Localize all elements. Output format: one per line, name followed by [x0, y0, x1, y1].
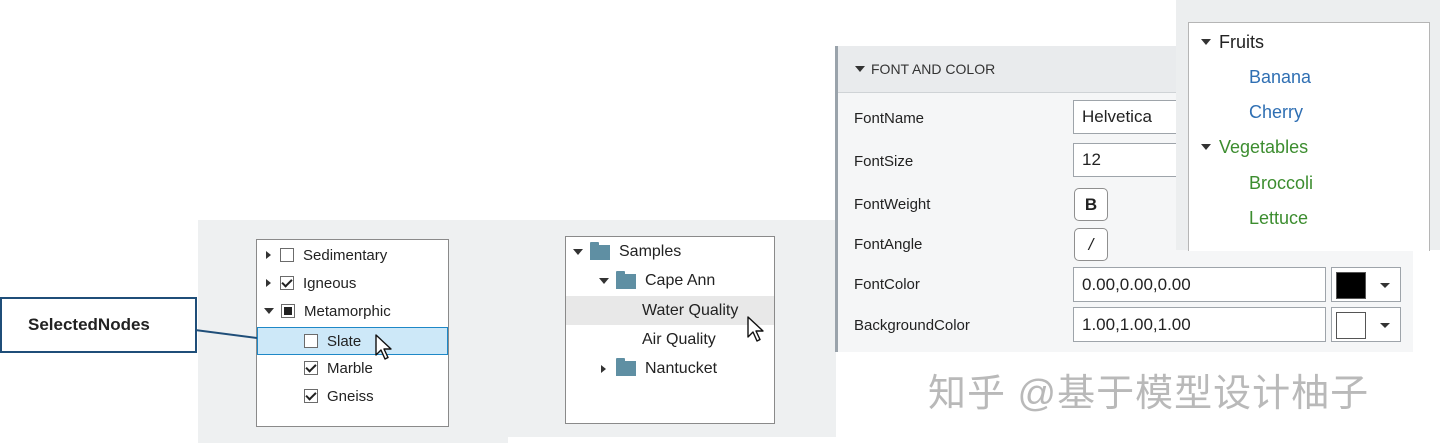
folder-tree: Samples Cape Ann Water Quality Air Quali… — [565, 236, 775, 424]
field-value: 0.00,0.00,0.00 — [1082, 274, 1191, 294]
tree-node-air-quality[interactable]: Air Quality — [566, 325, 774, 354]
tree-node-sedimentary[interactable]: Sedimentary — [257, 242, 448, 268]
italic-icon: / — [1088, 234, 1094, 254]
watermark: 知乎 @基于模型设计柚子 — [928, 373, 1370, 415]
field-value: Helvetica — [1082, 107, 1152, 126]
fontsize-field[interactable]: 12 — [1073, 143, 1193, 177]
tree-node-gneiss[interactable]: Gneiss — [257, 383, 448, 409]
folder-icon — [616, 358, 636, 376]
chevron-down-icon — [1380, 323, 1390, 328]
node-label: Vegetables — [1219, 136, 1309, 157]
chevron-down-icon — [1380, 283, 1390, 288]
italic-toggle-button[interactable]: / — [1074, 228, 1108, 261]
node-label: Lettuce — [1249, 207, 1309, 228]
tree-node-samples[interactable]: Samples — [566, 238, 774, 266]
node-label: Air Quality — [642, 330, 716, 348]
checkbox[interactable] — [304, 334, 318, 348]
tree-node-slate[interactable]: Slate — [257, 327, 448, 355]
node-label: Metamorphic — [304, 302, 391, 320]
tree-node-marble[interactable]: Marble — [257, 355, 448, 381]
checkbox[interactable] — [304, 389, 318, 403]
mouse-cursor-icon — [747, 316, 764, 342]
node-label: Cherry — [1249, 101, 1304, 122]
folder-icon — [590, 241, 610, 260]
node-label: Fruits — [1219, 31, 1264, 52]
section-title: FONT AND COLOR — [871, 61, 996, 77]
fontcolor-picker-button[interactable] — [1331, 267, 1401, 302]
node-label: Slate — [327, 332, 362, 350]
field-value: 1.00,1.00,1.00 — [1082, 314, 1191, 334]
checkbox[interactable] — [281, 304, 295, 318]
fontcolor-field[interactable]: 0.00,0.00,0.00 — [1073, 267, 1326, 302]
tree-node-banana[interactable]: Banana — [1189, 63, 1429, 91]
tree-node-water-quality[interactable]: Water Quality — [566, 296, 774, 325]
tree-node-broccoli[interactable]: Broccoli — [1189, 169, 1429, 197]
field-value: 12 — [1082, 150, 1101, 169]
node-label: Cape Ann — [645, 272, 716, 289]
tree-node-cape-ann[interactable]: Cape Ann — [566, 267, 774, 295]
tree-node-fruits[interactable]: Fruits — [1189, 28, 1429, 56]
prop-label-backgroundcolor: BackgroundColor — [854, 317, 970, 334]
expand-icon[interactable] — [601, 364, 606, 373]
folder-icon — [616, 270, 636, 289]
prop-label-fontsize: FontSize — [854, 153, 914, 170]
selected-nodes-callout: SelectedNodes — [0, 297, 197, 353]
node-label: Samples — [619, 243, 682, 260]
checkbox[interactable] — [280, 248, 294, 262]
callout-connector — [195, 329, 257, 339]
node-label: Marble — [327, 359, 373, 377]
node-label: Water Quality — [642, 301, 739, 319]
fontname-field[interactable]: Helvetica — [1073, 100, 1193, 134]
tree-node-metamorphic[interactable]: Metamorphic — [257, 298, 448, 324]
tree-node-igneous[interactable]: Igneous — [257, 270, 448, 296]
mouse-cursor-icon — [375, 334, 392, 360]
bold-icon: B — [1084, 194, 1098, 214]
bold-toggle-button[interactable]: B — [1074, 188, 1108, 221]
collapse-icon[interactable] — [1201, 39, 1211, 45]
node-label: Gneiss — [327, 387, 374, 405]
backgroundcolor-picker-button[interactable] — [1331, 307, 1401, 342]
prop-label-fontangle: FontAngle — [854, 236, 923, 253]
node-label: Sedimentary — [303, 246, 388, 264]
tree-node-vegetables[interactable]: Vegetables — [1189, 133, 1429, 161]
callout-label: SelectedNodes — [28, 315, 150, 334]
color-swatch — [1336, 312, 1366, 339]
prop-label-fontname: FontName — [854, 110, 925, 127]
fruit-tree: Fruits Banana Cherry Vegetables Broccoli… — [1188, 22, 1430, 251]
collapse-icon[interactable] — [855, 66, 865, 72]
collapse-icon[interactable] — [264, 308, 274, 314]
tree-node-nantucket[interactable]: Nantucket — [566, 354, 774, 383]
node-label: Nantucket — [645, 359, 718, 377]
collapse-icon[interactable] — [599, 278, 609, 284]
collapse-icon[interactable] — [573, 249, 583, 255]
checkbox-tree: Sedimentary Igneous Metamorphic Slate Ma… — [256, 239, 449, 427]
color-swatch — [1336, 272, 1366, 299]
prop-label-fontcolor: FontColor — [854, 276, 920, 293]
tree-node-lettuce[interactable]: Lettuce — [1189, 204, 1429, 232]
expand-icon[interactable] — [266, 251, 271, 259]
node-label: Igneous — [303, 274, 357, 292]
prop-label-fontweight: FontWeight — [854, 196, 931, 213]
checkbox[interactable] — [304, 361, 318, 375]
tree-node-cherry[interactable]: Cherry — [1189, 98, 1429, 126]
backgroundcolor-field[interactable]: 1.00,1.00,1.00 — [1073, 307, 1326, 342]
node-label: Broccoli — [1249, 172, 1314, 193]
expand-icon[interactable] — [266, 279, 271, 287]
collapse-icon[interactable] — [1201, 144, 1211, 150]
checkbox[interactable] — [280, 276, 294, 290]
node-label: Banana — [1249, 66, 1312, 87]
